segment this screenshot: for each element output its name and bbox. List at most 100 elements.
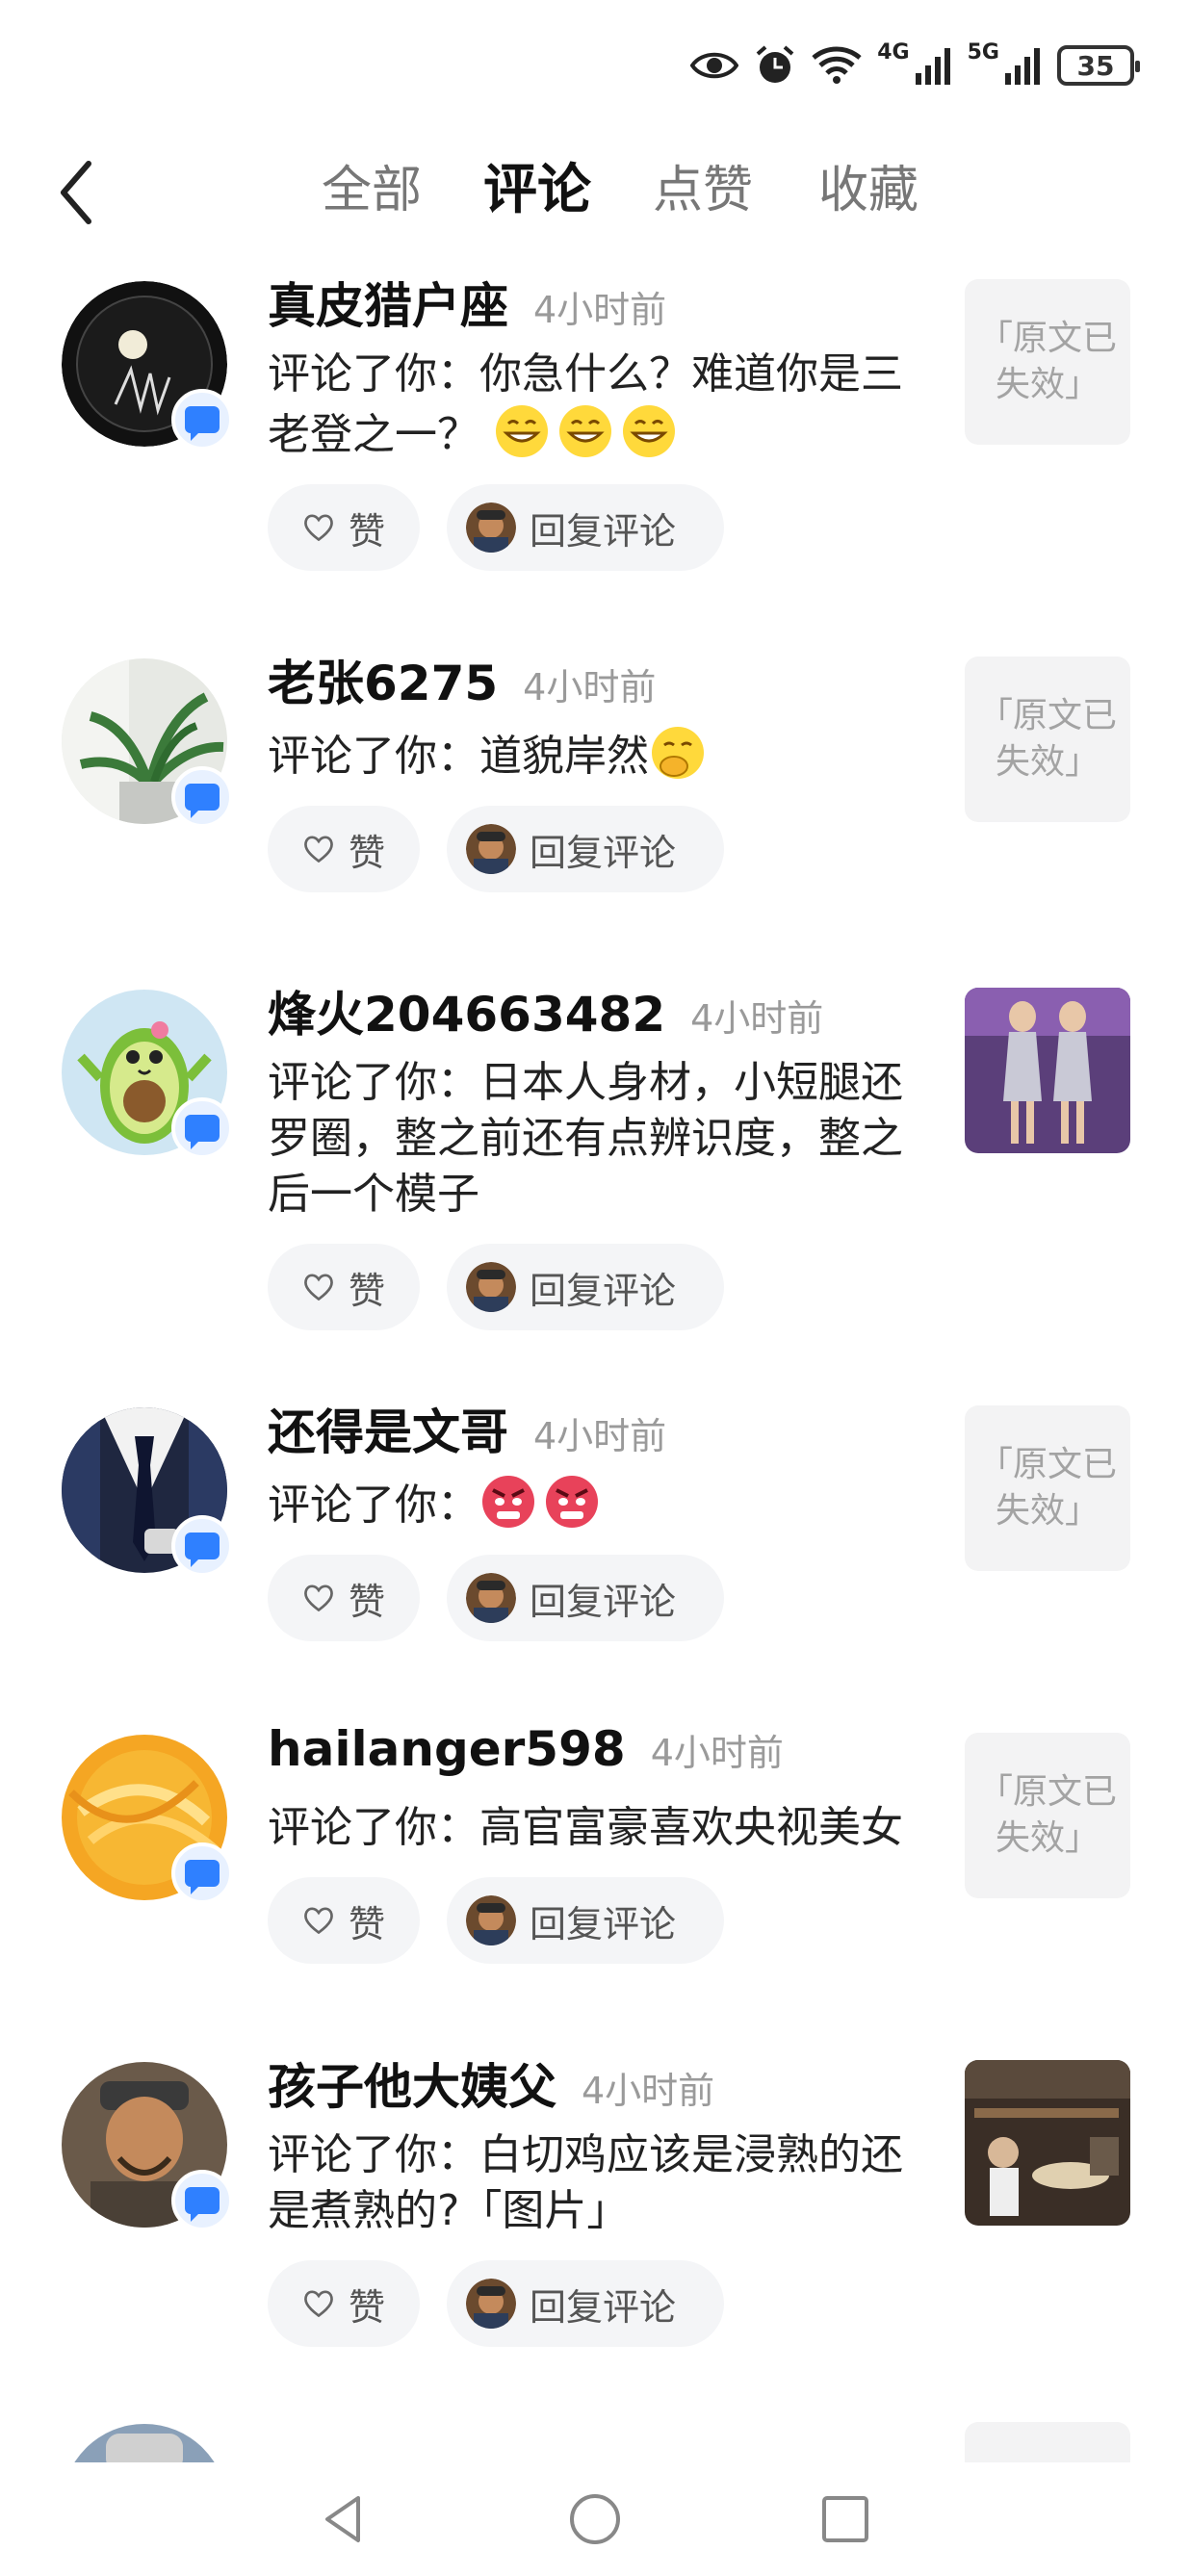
status-icons: 4G 5G 35 bbox=[690, 39, 1140, 92]
reply-comment-button[interactable]: 回复评论 bbox=[447, 484, 724, 571]
list-item[interactable]: 还得是文哥 4小时前 评论了你： 赞 回复评论 「原文已失效」 bbox=[0, 1394, 1190, 1702]
like-button[interactable]: 赞 bbox=[268, 1877, 420, 1964]
avatar[interactable] bbox=[62, 990, 233, 1159]
comment-body: 评论了你：高官富豪喜欢央视美女 bbox=[268, 1803, 903, 1852]
comment-text[interactable]: 评论了你：道貌岸然 bbox=[268, 724, 942, 785]
wifi-icon bbox=[812, 46, 862, 84]
action-row: 赞 回复评论 bbox=[268, 806, 942, 892]
my-avatar-icon bbox=[466, 502, 516, 553]
comment-text[interactable]: 评论了你：日本人身材，小短腿还罗圈，整之前还有点辨识度，整之后一个模子 bbox=[268, 1055, 942, 1223]
angry-emoji-icon bbox=[482, 1476, 534, 1528]
signal-4g-icon bbox=[915, 48, 950, 85]
grin-emoji-icon bbox=[623, 405, 675, 457]
like-label: 赞 bbox=[348, 509, 385, 553]
list-item[interactable]: 烽火204663482 4小时前 评论了你：日本人身材，小短腿还罗圈，整之前还有… bbox=[0, 976, 1190, 1361]
my-avatar-icon bbox=[466, 1895, 516, 1945]
item-content: 孩子他大姨父 4小时前 评论了你：白切鸡应该是浸熟的还是煮熟的?「图片」 赞 回… bbox=[268, 2048, 942, 2347]
recents-square-icon[interactable] bbox=[816, 2490, 874, 2548]
network-5g-label: 5G bbox=[967, 40, 999, 64]
reply-comment-button[interactable]: 回复评论 bbox=[447, 1877, 724, 1964]
status-bar: 4G 5G 35 bbox=[0, 0, 1190, 125]
username[interactable]: 真皮猎户座 bbox=[268, 268, 508, 337]
grin-emoji-icon bbox=[559, 405, 611, 457]
action-row: 赞 回复评论 bbox=[268, 1877, 942, 1964]
action-row: 赞 回复评论 bbox=[268, 1244, 942, 1330]
original-post-thumbnail[interactable]: 「原文已失效」 bbox=[965, 279, 1130, 445]
tab-all[interactable]: 全部 bbox=[289, 152, 454, 229]
comment-badge-icon bbox=[171, 2170, 233, 2231]
my-avatar-icon bbox=[466, 1573, 516, 1623]
reply-comment-button[interactable]: 回复评论 bbox=[447, 1555, 724, 1641]
action-row: 赞 回复评论 bbox=[268, 2260, 942, 2347]
comment-badge-icon bbox=[171, 1842, 233, 1904]
comment-body: 评论了你： bbox=[268, 1481, 479, 1530]
list-item[interactable]: hailanger598 4小时前 评论了你：高官富豪喜欢央视美女 赞 回复评论… bbox=[0, 1721, 1190, 2029]
comment-text[interactable]: 评论了你： bbox=[268, 1473, 942, 1533]
avatar[interactable] bbox=[62, 658, 233, 828]
username[interactable]: 孩子他大姨父 bbox=[268, 2048, 556, 2118]
list-item[interactable] bbox=[0, 2410, 1190, 2462]
username[interactable]: 烽火204663482 bbox=[268, 976, 665, 1045]
tab-comments[interactable]: 评论 bbox=[454, 152, 620, 229]
like-button[interactable]: 赞 bbox=[268, 484, 420, 571]
like-button[interactable]: 赞 bbox=[268, 1244, 420, 1330]
eye-icon bbox=[690, 52, 739, 79]
action-row: 赞 回复评论 bbox=[268, 484, 942, 571]
username[interactable]: 还得是文哥 bbox=[268, 1394, 508, 1463]
list-item[interactable]: 老张6275 4小时前 评论了你：道貌岸然 赞 回复评论 「原文已失效」 bbox=[0, 645, 1190, 934]
heart-icon bbox=[304, 514, 333, 542]
back-triangle-icon[interactable] bbox=[316, 2490, 374, 2548]
reply-label: 回复评论 bbox=[530, 1902, 677, 1945]
reply-comment-button[interactable]: 回复评论 bbox=[447, 806, 724, 892]
avatar[interactable] bbox=[62, 1407, 233, 1577]
comment-text[interactable]: 评论了你：白切鸡应该是浸熟的还是煮熟的?「图片」 bbox=[268, 2127, 942, 2239]
avatar[interactable] bbox=[62, 281, 233, 451]
like-button[interactable]: 赞 bbox=[268, 806, 420, 892]
signal-5g-icon bbox=[1005, 48, 1040, 85]
like-label: 赞 bbox=[348, 1269, 385, 1312]
list-item[interactable]: 孩子他大姨父 4小时前 评论了你：白切鸡应该是浸熟的还是煮熟的?「图片」 赞 回… bbox=[0, 2048, 1190, 2405]
back-arrow-icon[interactable] bbox=[46, 154, 114, 231]
action-row: 赞 回复评论 bbox=[268, 1555, 942, 1641]
reply-comment-button[interactable]: 回复评论 bbox=[447, 1244, 724, 1330]
original-post-thumbnail[interactable] bbox=[965, 2422, 1130, 2462]
reply-label: 回复评论 bbox=[530, 509, 677, 553]
comment-badge-icon bbox=[171, 766, 233, 828]
reply-label: 回复评论 bbox=[530, 1269, 677, 1312]
username[interactable]: 老张6275 bbox=[268, 645, 498, 714]
comment-body: 评论了你：道貌岸然 bbox=[268, 732, 649, 781]
notification-list[interactable]: 真皮猎户座 4小时前 评论了你：你急什么？难道你是三老登之一？ 赞 回复评论 「… bbox=[0, 268, 1190, 2462]
comment-text[interactable]: 评论了你：高官富豪喜欢央视美女 bbox=[268, 1800, 942, 1856]
my-avatar-icon bbox=[466, 1262, 516, 1312]
username[interactable]: hailanger598 bbox=[268, 1721, 626, 1777]
avatar[interactable] bbox=[62, 2424, 227, 2462]
tab-favorites[interactable]: 收藏 bbox=[786, 152, 951, 229]
home-circle-icon[interactable] bbox=[566, 2490, 624, 2548]
original-post-thumbnail[interactable]: 「原文已失效」 bbox=[965, 1405, 1130, 1571]
item-content: 真皮猎户座 4小时前 评论了你：你急什么？难道你是三老登之一？ 赞 回复评论 bbox=[268, 268, 942, 571]
comment-badge-icon bbox=[171, 389, 233, 451]
like-button[interactable]: 赞 bbox=[268, 1555, 420, 1641]
avatar[interactable] bbox=[62, 1735, 233, 1904]
original-post-thumbnail[interactable] bbox=[965, 2060, 1130, 2226]
timestamp: 4小时前 bbox=[523, 666, 657, 708]
tab-likes[interactable]: 点赞 bbox=[620, 152, 786, 229]
original-post-thumbnail[interactable]: 「原文已失效」 bbox=[965, 657, 1130, 822]
original-post-thumbnail[interactable] bbox=[965, 988, 1130, 1153]
list-item[interactable]: 真皮猎户座 4小时前 评论了你：你急什么？难道你是三老登之一？ 赞 回复评论 「… bbox=[0, 268, 1190, 614]
item-content: 烽火204663482 4小时前 评论了你：日本人身材，小短腿还罗圈，整之前还有… bbox=[268, 976, 942, 1330]
comment-text[interactable]: 评论了你：你急什么？难道你是三老登之一？ bbox=[268, 347, 942, 463]
item-content: 还得是文哥 4小时前 评论了你： 赞 回复评论 bbox=[268, 1394, 942, 1641]
comment-badge-icon bbox=[171, 1097, 233, 1159]
like-button[interactable]: 赞 bbox=[268, 2260, 420, 2347]
original-post-thumbnail[interactable]: 「原文已失效」 bbox=[965, 1733, 1130, 1898]
network-4g-label: 4G bbox=[877, 40, 910, 64]
reply-comment-button[interactable]: 回复评论 bbox=[447, 2260, 724, 2347]
heart-icon bbox=[304, 1907, 333, 1935]
heart-icon bbox=[304, 1584, 333, 1612]
battery-indicator: 35 bbox=[1057, 45, 1140, 86]
top-nav: 全部 评论 点赞 收藏 bbox=[0, 125, 1190, 250]
avatar[interactable] bbox=[62, 2062, 233, 2231]
item-content: 老张6275 4小时前 评论了你：道貌岸然 赞 回复评论 bbox=[268, 645, 942, 892]
like-label: 赞 bbox=[348, 1902, 385, 1945]
